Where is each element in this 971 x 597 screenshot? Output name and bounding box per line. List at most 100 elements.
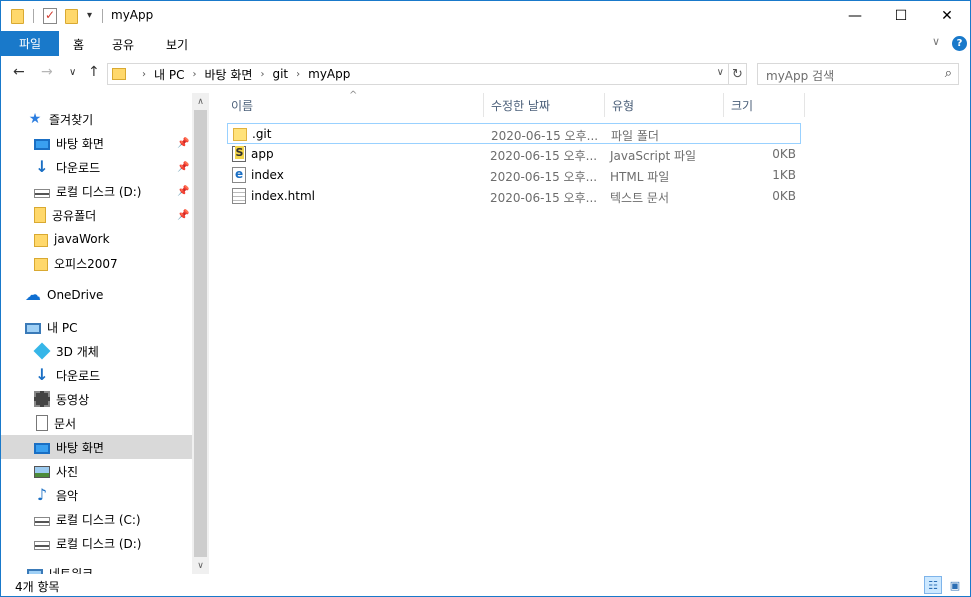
sidebar-item-3d-objects[interactable]: 3D 개체 bbox=[33, 339, 99, 363]
window-title: myApp bbox=[111, 8, 154, 22]
sidebar-item-local-disk-d[interactable]: 로컬 디스크 (D:) bbox=[34, 179, 141, 203]
column-header-size[interactable]: 크기 bbox=[725, 93, 805, 117]
address-toolbar: ← → ∨ ↑ › 내 PC › 바탕 화면 › git › myApp ∨ ↻… bbox=[1, 56, 970, 93]
picture-icon bbox=[34, 466, 50, 478]
title-bar: ▾ myApp — ☐ ✕ bbox=[1, 1, 970, 31]
breadcrumb-separator[interactable]: › bbox=[192, 69, 196, 80]
forward-button[interactable]: → bbox=[41, 64, 53, 80]
sidebar-item-music[interactable]: ♪ 음악 bbox=[34, 483, 78, 507]
breadcrumb-desktop[interactable]: 바탕 화면 bbox=[204, 66, 252, 83]
refresh-button[interactable]: ↻ bbox=[729, 63, 747, 85]
sidebar-item-this-pc[interactable]: 내 PC bbox=[25, 315, 77, 339]
toolbar-separator bbox=[33, 9, 34, 23]
file-name: index.html bbox=[251, 189, 315, 203]
pc-icon bbox=[25, 322, 41, 334]
sidebar-item-pc-downloads[interactable]: ↓ 다운로드 bbox=[34, 363, 100, 387]
breadcrumb-myapp[interactable]: myApp bbox=[308, 67, 350, 81]
download-icon: ↓ bbox=[35, 157, 49, 176]
file-row-index-html[interactable]: index.html 2020-06-15 오후... 텍스트 문서 0KB bbox=[227, 186, 801, 207]
sidebar-item-label: 네트워크 bbox=[49, 566, 94, 575]
breadcrumb-pc[interactable]: 내 PC bbox=[154, 66, 184, 83]
expand-ribbon-icon[interactable]: ∨ bbox=[932, 35, 940, 48]
tab-file[interactable]: 파일 bbox=[1, 31, 59, 56]
sidebar-item-pictures[interactable]: 사진 bbox=[34, 459, 78, 483]
column-header-modified[interactable]: 수정한 날짜 bbox=[485, 93, 605, 117]
file-row-index[interactable]: index 2020-06-15 오후... HTML 파일 1KB bbox=[227, 165, 801, 186]
back-button[interactable]: ← bbox=[13, 64, 25, 80]
sidebar-item-office2007[interactable]: 오피스2007 bbox=[34, 251, 118, 275]
sidebar-item-shared-folder[interactable]: 공유폴더 bbox=[34, 203, 96, 227]
sidebar-item-downloads[interactable]: ↓ 다운로드 bbox=[34, 155, 100, 179]
maximize-button[interactable]: ☐ bbox=[878, 1, 924, 31]
file-modified: 2020-06-15 오후... bbox=[490, 191, 598, 205]
up-button[interactable]: ↑ bbox=[88, 64, 100, 80]
details-view-icon[interactable]: ☷ bbox=[924, 576, 942, 594]
sidebar-item-onedrive[interactable]: ☁ OneDrive bbox=[25, 283, 103, 307]
status-bar: 4개 항목 ☷ ▣ bbox=[1, 574, 970, 596]
explorer-window: ▾ myApp — ☐ ✕ 파일 홈 공유 보기 ∨ ? ← → ∨ ↑ › 내… bbox=[0, 0, 971, 597]
sidebar-item-quick-access[interactable]: ★ 즐겨찾기 bbox=[27, 107, 93, 131]
drive-icon bbox=[34, 189, 50, 198]
quick-access-dropdown-icon[interactable]: ▾ bbox=[87, 10, 92, 21]
large-icons-view-icon[interactable]: ▣ bbox=[946, 576, 964, 594]
address-bar[interactable]: › 내 PC › 바탕 화면 › git › myApp ∨ bbox=[107, 63, 729, 85]
file-row-app[interactable]: app 2020-06-15 오후... JavaScript 파일 0KB bbox=[227, 144, 801, 165]
pin-icon[interactable]: 📌 bbox=[177, 210, 189, 221]
desktop-icon bbox=[34, 443, 50, 454]
breadcrumb-git[interactable]: git bbox=[272, 67, 288, 81]
close-button[interactable]: ✕ bbox=[924, 1, 970, 31]
file-type: JavaScript 파일 bbox=[610, 149, 697, 163]
sidebar-item-videos[interactable]: 동영상 bbox=[34, 387, 89, 411]
scroll-down-icon[interactable]: ∨ bbox=[192, 557, 209, 574]
search-input[interactable]: myApp 검색 ⌕ bbox=[757, 63, 959, 85]
file-list: ^ 이름 수정한 날짜 유형 크기 .git 2020-06-15 오후... … bbox=[209, 90, 970, 574]
properties-icon[interactable] bbox=[43, 8, 57, 24]
sidebar-scrollbar[interactable]: ∧ ∨ bbox=[192, 93, 209, 574]
tab-view[interactable]: 보기 bbox=[166, 36, 188, 53]
document-icon bbox=[36, 415, 48, 431]
new-folder-icon[interactable] bbox=[65, 9, 78, 24]
file-row-git[interactable]: .git 2020-06-15 오후... 파일 폴더 bbox=[227, 123, 801, 144]
file-modified: 2020-06-15 오후... bbox=[491, 129, 599, 143]
pin-icon[interactable]: 📌 bbox=[177, 162, 189, 173]
pin-icon[interactable]: 📌 bbox=[177, 138, 189, 149]
file-modified: 2020-06-15 오후... bbox=[490, 170, 598, 184]
folder-icon bbox=[34, 233, 48, 247]
file-name: index bbox=[251, 168, 284, 182]
sidebar-item-local-disk-c[interactable]: 로컬 디스크 (C:) bbox=[34, 507, 141, 531]
tab-share[interactable]: 공유 bbox=[112, 36, 134, 53]
search-icon[interactable]: ⌕ bbox=[945, 66, 952, 81]
help-icon[interactable]: ? bbox=[952, 36, 967, 51]
file-size: 0KB bbox=[772, 147, 796, 161]
sidebar-item-label: 로컬 디스크 (C:) bbox=[56, 512, 141, 527]
pin-icon[interactable]: 📌 bbox=[177, 186, 189, 197]
tab-home[interactable]: 홈 bbox=[73, 36, 84, 53]
recent-locations-button[interactable]: ∨ bbox=[69, 67, 76, 78]
column-header-name[interactable]: 이름 bbox=[225, 93, 484, 117]
drive-icon bbox=[34, 541, 50, 550]
minimize-button[interactable]: — bbox=[832, 1, 878, 31]
file-type: 파일 폴더 bbox=[611, 129, 659, 143]
download-icon: ↓ bbox=[35, 365, 49, 384]
column-header-type[interactable]: 유형 bbox=[606, 93, 724, 117]
sidebar-item-documents[interactable]: 문서 bbox=[34, 411, 76, 435]
sidebar-item-javawork[interactable]: javaWork bbox=[34, 227, 110, 251]
star-icon: ★ bbox=[28, 111, 42, 127]
address-dropdown-icon[interactable]: ∨ bbox=[717, 67, 724, 78]
sidebar-item-label: 음악 bbox=[56, 488, 79, 503]
scroll-up-icon[interactable]: ∧ bbox=[192, 93, 209, 110]
search-placeholder: myApp 검색 bbox=[766, 69, 835, 83]
sidebar-item-pc-local-disk-d[interactable]: 로컬 디스크 (D:) bbox=[34, 531, 141, 555]
file-type: HTML 파일 bbox=[610, 170, 670, 184]
sidebar-item-desktop[interactable]: 바탕 화면 bbox=[34, 131, 192, 155]
3d-objects-icon bbox=[33, 342, 51, 360]
sidebar-item-label: OneDrive bbox=[47, 288, 104, 302]
sidebar-item-network[interactable]: 네트워크 bbox=[27, 561, 93, 574]
scroll-thumb[interactable] bbox=[194, 110, 207, 557]
breadcrumb-separator[interactable]: › bbox=[296, 69, 300, 80]
breadcrumb-separator[interactable]: › bbox=[260, 69, 264, 80]
folder-icon bbox=[233, 128, 247, 141]
sidebar-item-pc-desktop[interactable]: 바탕 화면 bbox=[1, 435, 192, 459]
folder-icon bbox=[11, 9, 24, 24]
desktop-icon bbox=[34, 139, 50, 150]
